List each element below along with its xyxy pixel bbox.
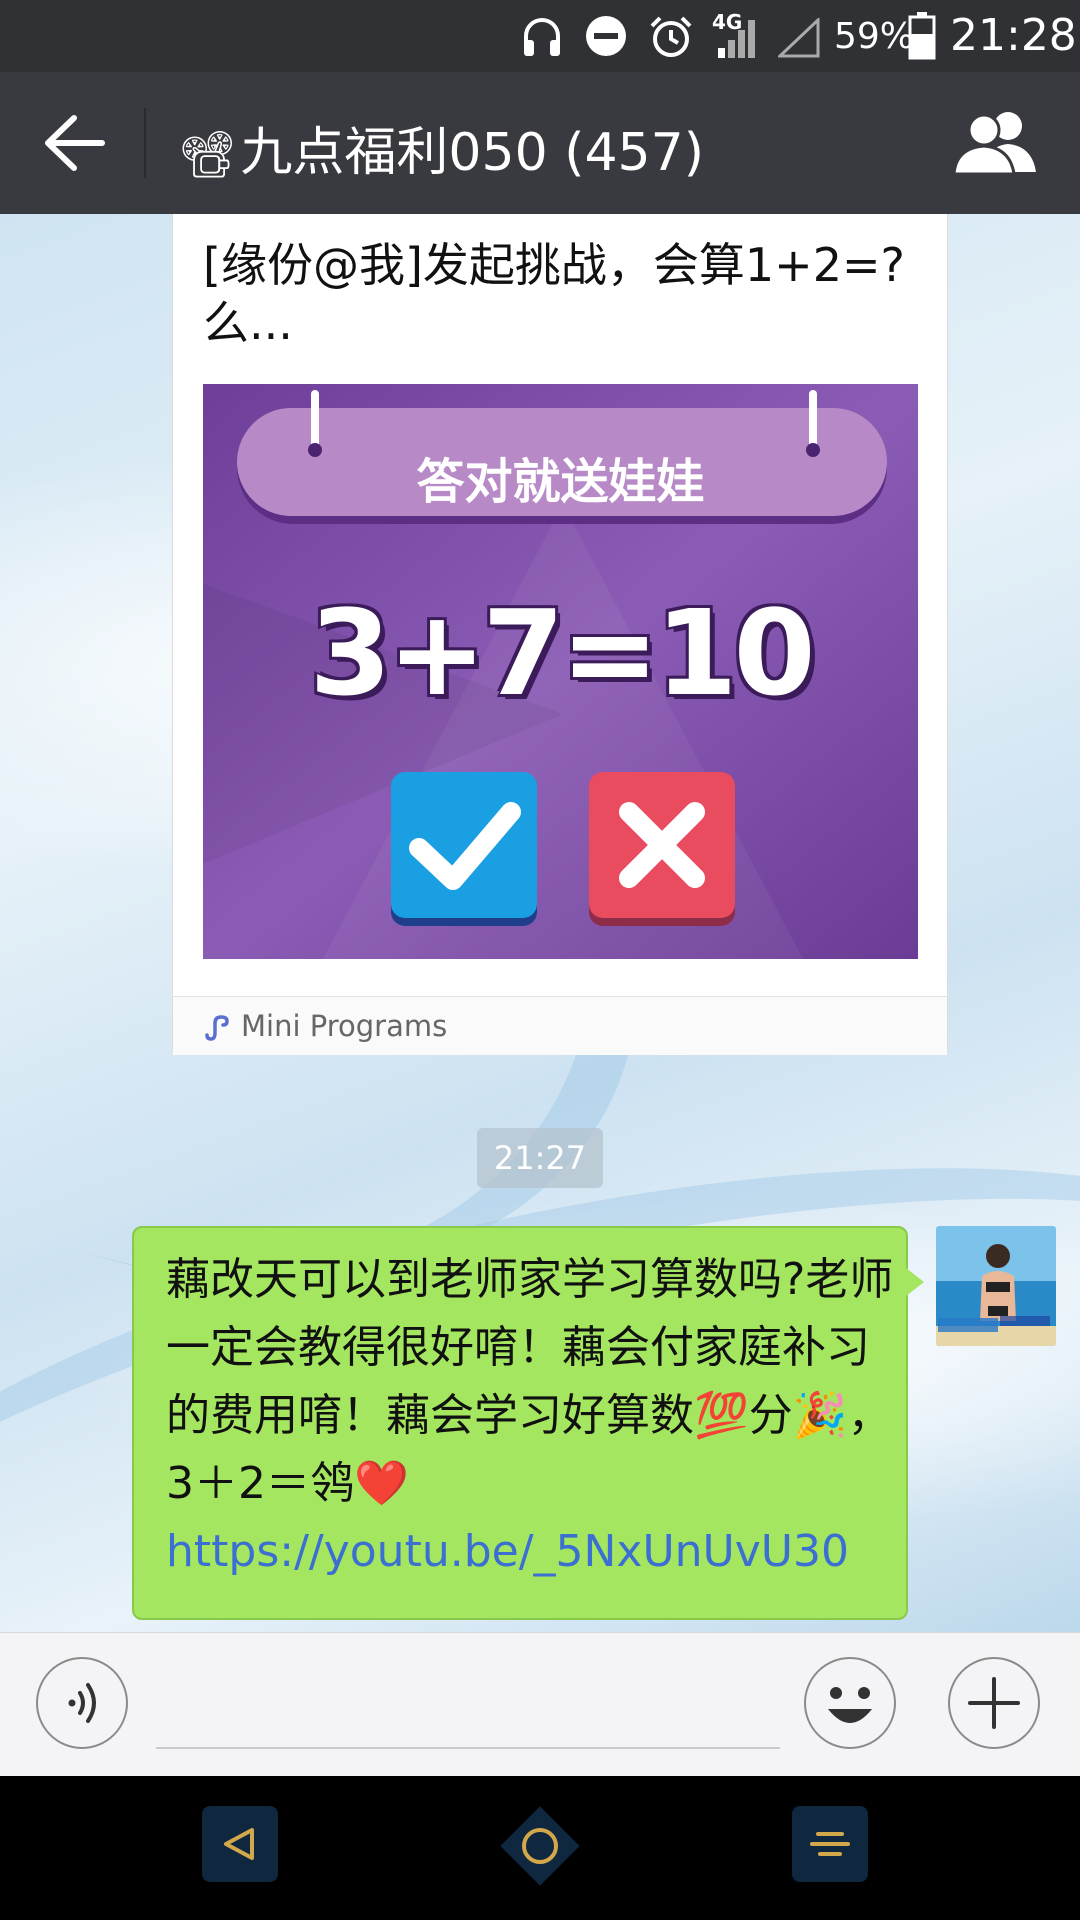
mini-programs-icon: [205, 1015, 229, 1041]
back-arrow-icon[interactable]: [40, 112, 110, 174]
quiz-banner-text: 答对就送娃娃: [416, 454, 705, 510]
emoji-button[interactable]: [804, 1657, 896, 1749]
chat-header: 📽九点福利050 (457): [0, 72, 1080, 214]
signal-empty-icon: [778, 18, 820, 58]
mini-program-footer: Mini Programs: [173, 996, 947, 1055]
my-message-text: 藕改天可以到老师家学习算数吗?老师一定会教得很好唷！藕会付家庭补习的费用唷！藕会…: [166, 1246, 896, 1586]
battery-percent: 59%: [834, 16, 915, 57]
mini-program-title: [缘份@我]发起挑战，会算1+2=?么...: [203, 238, 905, 350]
status-bar: 4G 59% 21:28: [0, 0, 1080, 72]
nav-menu-icon: [810, 1832, 850, 1856]
cross-icon: [619, 802, 705, 888]
nav-back-button[interactable]: [202, 1806, 278, 1882]
message-timestamp: 21:27: [477, 1128, 603, 1188]
system-nav-bar: [0, 1776, 1080, 1920]
message-link[interactable]: https://youtu.be/_5NxUnUvU30: [166, 1518, 896, 1586]
voice-icon: [68, 1683, 96, 1723]
signal-icon: [718, 20, 755, 58]
chat-messages[interactable]: [缘份@我]发起挑战，会算1+2=?么... 答对就送娃娃 3+7=10 Min…: [0, 214, 1080, 1632]
mini-program-image[interactable]: 答对就送娃娃 3+7=10: [203, 384, 918, 959]
nav-back-icon: [224, 1828, 254, 1860]
my-message-bubble[interactable]: 藕改天可以到老师家学习算数吗?老师一定会教得很好唷！藕会付家庭补习的费用唷！藕会…: [132, 1226, 924, 1620]
quiz-equation: 3+7=10: [309, 584, 815, 722]
battery-icon: [908, 12, 936, 60]
avatar[interactable]: [936, 1226, 1056, 1346]
avatar-photo: [936, 1226, 1056, 1346]
input-bar: [0, 1632, 1080, 1777]
status-time: 21:28: [950, 10, 1077, 61]
chat-title: 📽九点福利050 (457): [178, 110, 704, 185]
camera-emoji: 📽: [178, 127, 237, 181]
voice-button[interactable]: [36, 1657, 128, 1749]
nav-home-icon[interactable]: [492, 1798, 588, 1894]
group-name: 九点福利050 (457): [240, 123, 705, 183]
message-body: 藕改天可以到老师家学习算数吗?老师一定会教得很好唷！藕会付家庭补习的费用唷！藕会…: [166, 1254, 894, 1509]
alarm-icon: [650, 16, 692, 57]
plus-button[interactable]: [948, 1657, 1040, 1749]
group-members-icon[interactable]: [950, 106, 1040, 178]
check-icon: [409, 802, 521, 890]
message-input[interactable]: [156, 1663, 780, 1749]
nav-menu-button[interactable]: [792, 1806, 868, 1882]
mini-programs-label: Mini Programs: [241, 1009, 448, 1043]
plus-icon: [968, 1677, 1020, 1729]
header-divider: [144, 108, 146, 178]
answer-correct-button[interactable]: [391, 772, 537, 918]
headphones-icon: [524, 18, 560, 56]
mini-program-card[interactable]: [缘份@我]发起挑战，会算1+2=?么... 答对就送娃娃 3+7=10 Min…: [172, 214, 948, 1055]
answer-wrong-button[interactable]: [589, 772, 735, 918]
dnd-icon: [586, 16, 626, 56]
emoji-icon: [828, 1687, 872, 1723]
